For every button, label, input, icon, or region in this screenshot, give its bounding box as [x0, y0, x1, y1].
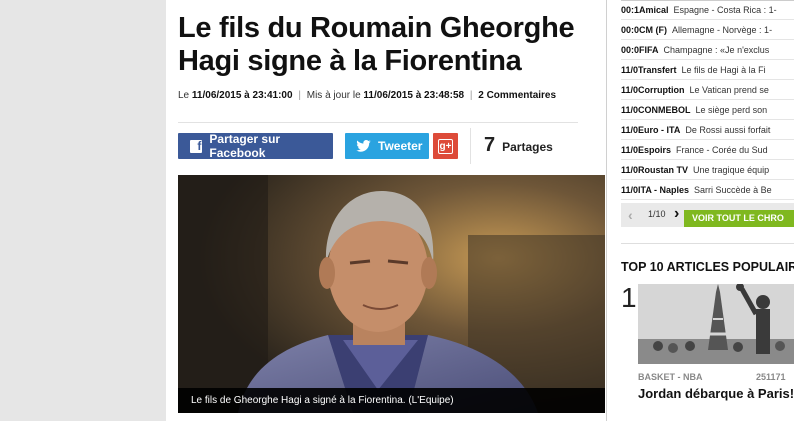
brief-time: 11/0	[621, 65, 639, 75]
briefs-pager: ‹ 1/10 › VOIR TOUT LE CHRO	[621, 203, 794, 227]
brief-category: Euro - ITA	[638, 125, 681, 135]
chevron-left-icon[interactable]: ‹	[628, 207, 633, 223]
share-facebook-label: Partager sur Facebook	[209, 132, 281, 160]
twitter-icon	[356, 140, 371, 152]
top10-thumbnail[interactable]	[638, 284, 794, 364]
brief-category: FIFA	[639, 45, 659, 55]
updated-label: Mis à jour le	[306, 90, 361, 101]
brief-category: CONMEBOL	[638, 105, 691, 115]
photo-image	[178, 175, 605, 413]
share-counter: 7 Partages	[484, 134, 553, 157]
top10-title: TOP 10 ARTICLES POPULAIR	[621, 260, 794, 274]
brief-category: Transfert	[638, 65, 677, 75]
meta-prefix: Le	[178, 90, 190, 101]
brief-text: Allemagne - Norvège : 1-	[672, 25, 773, 35]
brief-time: 11/0	[621, 165, 639, 175]
divider	[470, 128, 471, 164]
news-brief-item[interactable]: 11/0CONMEBOL Le siège perd son	[621, 101, 794, 120]
thumbnail-image	[638, 284, 794, 364]
news-brief-item[interactable]: 00:0CM (F) Allemagne - Norvège : 1-	[621, 21, 794, 40]
brief-category: Roustan TV	[638, 165, 689, 175]
news-brief-item[interactable]: 11/0Espoirs France - Corée du Sud	[621, 141, 794, 160]
top10-category: BASKET - NBA	[638, 372, 703, 382]
brief-text: France - Corée du Sud	[676, 145, 768, 155]
brief-time: 00:0	[621, 25, 640, 35]
see-all-chrono-button[interactable]: VOIR TOUT LE CHRO	[684, 210, 794, 227]
brief-time: 11/0	[621, 125, 639, 135]
article-photo[interactable]: Le fils de Gheorghe Hagi a signé à la Fi…	[178, 175, 605, 413]
news-brief-item[interactable]: 00:0FIFA Champagne : «Je n'exclus	[621, 41, 794, 60]
brief-text: Espagne - Costa Rica : 1-	[673, 5, 777, 15]
meta-separator: |	[469, 90, 473, 101]
article-title: Le fils du Roumain Gheorghe Hagi signe à…	[178, 12, 575, 77]
brief-category: Corruption	[638, 85, 685, 95]
brief-text: Sarri Succède à Be	[694, 185, 772, 195]
brief-category: CM (F)	[639, 25, 668, 35]
news-brief-item[interactable]: 11/0Roustan TV Une tragique équip	[621, 161, 794, 180]
divider	[178, 122, 578, 123]
brief-text: Le Vatican prend se	[689, 85, 769, 95]
brief-category: Amical	[639, 5, 669, 15]
article-main: Le fils du Roumain Gheorghe Hagi signe à…	[166, 0, 606, 421]
pager-page: 1/10	[648, 209, 666, 219]
comments-link[interactable]: 2 Commentaires	[478, 90, 556, 101]
facebook-icon: f	[190, 139, 203, 153]
divider	[621, 243, 794, 244]
brief-time: 00:1	[621, 5, 640, 15]
brief-time: 11/0	[621, 145, 639, 155]
brief-category: Espoirs	[638, 145, 672, 155]
tweet-label: Tweeter	[378, 139, 423, 153]
chevron-right-icon[interactable]: ›	[674, 205, 679, 223]
news-brief-item[interactable]: 11/0Transfert Le fils de Hagi à la Fi	[621, 61, 794, 80]
news-brief-item[interactable]: 11/0Corruption Le Vatican prend se	[621, 81, 794, 100]
news-brief-item[interactable]: 11/0ITA - Naples Sarri Succède à Be	[621, 181, 794, 200]
updated-date: 11/06/2015 à 23:48:58	[363, 90, 465, 101]
top10-rank: 1	[621, 282, 637, 313]
meta-separator: |	[298, 90, 301, 101]
gplus-icon: g+	[438, 138, 453, 154]
share-count-label: Partages	[502, 140, 553, 154]
brief-time: 11/0	[621, 85, 639, 95]
share-count: 7	[484, 134, 496, 156]
brief-text: Le fils de Hagi à la Fi	[681, 65, 766, 75]
photo-caption: Le fils de Gheorghe Hagi a signé à la Fi…	[178, 388, 605, 413]
top10-headline[interactable]: Jordan débarque à Paris!	[638, 386, 794, 401]
brief-category: ITA - Naples	[638, 185, 690, 195]
news-brief-item[interactable]: 00:1Amical Espagne - Costa Rica : 1-	[621, 1, 794, 20]
brief-time: 00:0	[621, 45, 640, 55]
published-date: 11/06/2015 à 23:41:00	[191, 90, 293, 101]
top10-count: 251171	[756, 372, 786, 382]
brief-time: 11/0	[621, 185, 639, 195]
brief-text: Une tragique équip	[693, 165, 770, 175]
brief-text: Le siège perd son	[695, 105, 768, 115]
share-facebook-button[interactable]: f Partager sur Facebook	[178, 132, 333, 160]
brief-time: 11/0	[621, 105, 639, 115]
article-meta: Le 11/06/2015 à 23:41:00 | Mis à jour le…	[178, 90, 556, 101]
tweet-button[interactable]: Tweeter	[345, 133, 429, 159]
sidebar: 00:1Amical Espagne - Costa Rica : 1- 00:0C…	[606, 0, 794, 421]
news-brief-item[interactable]: 11/0Euro - ITA De Rossi aussi forfait	[621, 121, 794, 140]
brief-text: De Rossi aussi forfait	[685, 125, 771, 135]
brief-text: Champagne : «Je n'exclus	[663, 45, 770, 55]
share-gplus-button[interactable]: g+	[433, 133, 458, 159]
